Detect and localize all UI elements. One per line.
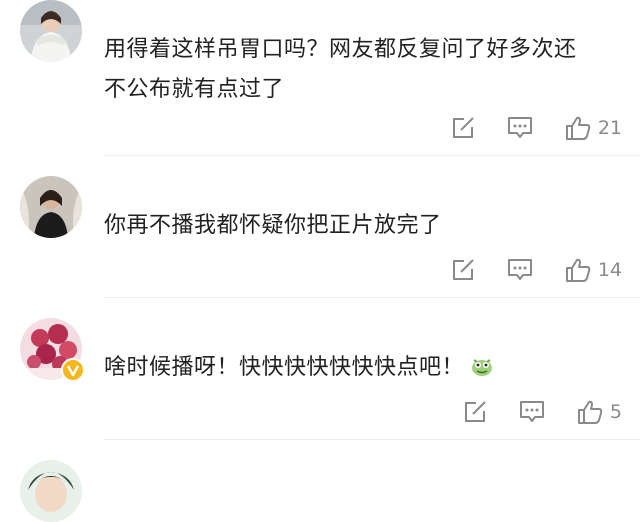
avatar[interactable]	[20, 176, 82, 238]
comment-text-line: 用得着这样吊胃口吗？网友都反复问了好多次还	[104, 37, 577, 62]
divider	[104, 297, 640, 298]
comment-text-line: 啥时候播呀！快快快快快快快点吧！	[104, 348, 624, 388]
comment-actions: 5	[432, 398, 622, 426]
comment-text-content: 啥时候播呀！快快快快快快快点吧！	[104, 355, 465, 380]
verified-badge	[61, 358, 85, 382]
avatar[interactable]	[20, 0, 82, 62]
comment-icon	[519, 401, 544, 422]
like-count: 5	[609, 401, 622, 423]
repost-button[interactable]	[462, 399, 488, 425]
comment-actions: 14	[420, 256, 622, 284]
reply-button[interactable]	[506, 257, 534, 283]
avatar[interactable]	[20, 460, 82, 522]
like-button[interactable]: 21	[564, 115, 622, 141]
repost-icon	[464, 401, 486, 422]
thumbs-up-icon	[565, 116, 591, 140]
repost-button[interactable]	[450, 115, 476, 141]
like-count: 21	[597, 117, 622, 139]
divider	[104, 439, 640, 440]
thumbs-up-icon	[565, 258, 591, 282]
comment-icon	[507, 259, 532, 280]
comment-icon	[507, 117, 532, 138]
comment-text-line: 不公布就有点过了	[104, 77, 285, 102]
like-count: 14	[597, 259, 622, 281]
like-button[interactable]: 5	[576, 399, 622, 425]
comment-text: 啥时候播呀！快快快快快快快点吧！	[104, 348, 624, 388]
comment-actions: 21	[420, 114, 622, 142]
reply-button[interactable]	[518, 399, 546, 425]
repost-icon	[452, 259, 474, 280]
like-button[interactable]: 14	[564, 257, 622, 283]
comment-text: 用得着这样吊胃口吗？网友都反复问了好多次还 不公布就有点过了	[104, 30, 624, 110]
reply-button[interactable]	[506, 115, 534, 141]
repost-button[interactable]	[450, 257, 476, 283]
comment-text-line: 你再不播我都怀疑你把正片放完了	[104, 213, 442, 238]
comment-text: 你再不播我都怀疑你把正片放完了	[104, 206, 624, 246]
dinosaur-emoji	[470, 352, 494, 376]
divider	[104, 155, 640, 156]
thumbs-up-icon	[577, 400, 603, 424]
repost-icon	[452, 117, 474, 138]
